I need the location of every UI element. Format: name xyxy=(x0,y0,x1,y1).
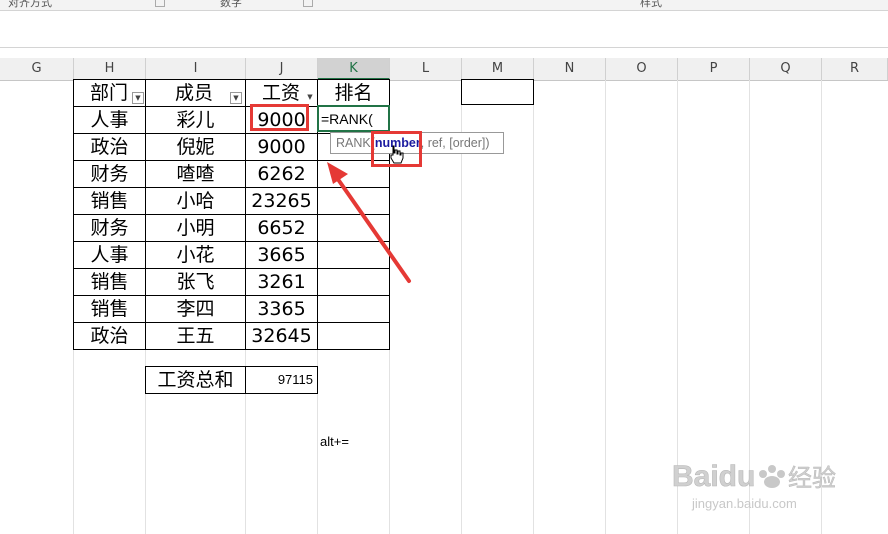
watermark-url: jingyan.baidu.com xyxy=(691,496,797,511)
watermark-brand-cn: 经验 xyxy=(788,464,836,492)
baidu-watermark: Baidu 经验 jingyan.baidu.com xyxy=(672,460,837,511)
paw-icon xyxy=(759,465,785,488)
watermark-brand: Baidu xyxy=(672,460,755,493)
red-arrow-head xyxy=(327,162,348,184)
red-arrow-shaft xyxy=(333,173,411,283)
hand-cursor-icon xyxy=(390,145,404,164)
